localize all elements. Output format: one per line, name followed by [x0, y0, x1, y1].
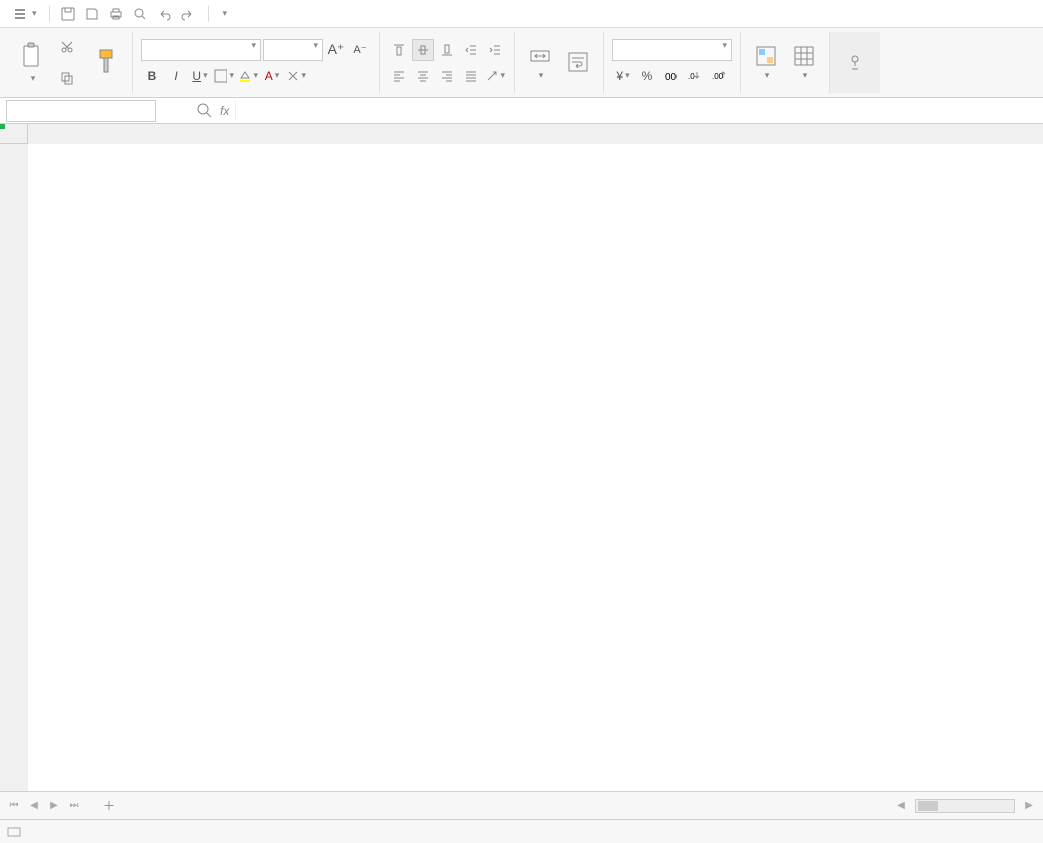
sheet-nav-prev[interactable]: ◀ — [26, 798, 42, 814]
sheet-bar: ⏮ ◀ ▶ ⏭ ＋ ◀ ▶ — [0, 791, 1043, 819]
bold-button[interactable]: B — [141, 65, 163, 87]
svg-text:000: 000 — [665, 72, 677, 82]
format-painter-icon — [94, 48, 118, 76]
name-box[interactable] — [6, 100, 156, 122]
scissors-icon — [60, 40, 74, 54]
hscroll-right[interactable]: ▶ — [1021, 798, 1037, 814]
select-all-corner[interactable] — [0, 124, 28, 144]
justify-button[interactable] — [460, 65, 482, 87]
increase-font-icon[interactable]: A⁺ — [325, 39, 347, 61]
conditional-format-button[interactable]: ▾ — [747, 32, 785, 93]
table-style-icon — [793, 45, 815, 67]
print-preview-icon[interactable] — [132, 6, 148, 22]
chevron-down-icon: ▾ — [32, 8, 37, 19]
decrease-font-icon[interactable]: A⁻ — [349, 39, 371, 61]
print-icon[interactable] — [108, 6, 124, 22]
horizontal-scrollbar[interactable] — [915, 799, 1015, 813]
table-style-button[interactable]: ▾ — [785, 32, 823, 93]
save-as-icon[interactable] — [84, 6, 100, 22]
undo-icon[interactable] — [156, 6, 172, 22]
underline-button[interactable]: U▾ — [189, 65, 211, 87]
decrease-indent-button[interactable] — [460, 39, 482, 61]
formula-bar[interactable] — [235, 101, 1043, 121]
status-bar — [0, 819, 1043, 843]
clear-format-button[interactable]: ▾ — [285, 65, 307, 87]
formula-bar-row: fx — [0, 98, 1043, 124]
border-button[interactable]: ▾ — [213, 65, 235, 87]
spreadsheet-grid[interactable] — [0, 124, 1043, 791]
align-middle-button[interactable] — [412, 39, 434, 61]
qat-dropdown-icon[interactable]: ▾ — [223, 8, 228, 19]
sheet-nav-last[interactable]: ⏭ — [66, 798, 82, 814]
increase-indent-button[interactable] — [484, 39, 506, 61]
redo-icon[interactable] — [180, 6, 196, 22]
svg-text:.0: .0 — [688, 72, 695, 81]
currency-button[interactable]: ¥▾ — [612, 65, 634, 87]
quick-access-toolbar: ▾ — [60, 6, 228, 22]
wrap-text-button[interactable] — [559, 32, 597, 93]
save-icon[interactable] — [60, 6, 76, 22]
cond-format-icon — [755, 45, 777, 67]
status-icon[interactable] — [6, 824, 22, 840]
comma-button[interactable]: 000 — [660, 65, 682, 87]
add-sheet-button[interactable]: ＋ — [98, 795, 120, 817]
align-right-button[interactable] — [436, 65, 458, 87]
decrease-decimal-button[interactable]: .00 — [708, 65, 730, 87]
doc-assistant-button[interactable] — [836, 51, 874, 75]
font-color-button[interactable]: A▾ — [261, 65, 283, 87]
align-left-button[interactable] — [388, 65, 410, 87]
fill-color-button[interactable]: ▾ — [237, 65, 259, 87]
align-bottom-button[interactable] — [436, 39, 458, 61]
file-menu[interactable]: ▾ — [6, 6, 45, 22]
font-name-select[interactable]: ▾ — [141, 39, 261, 61]
format-painter-button[interactable] — [86, 32, 126, 93]
align-center-button[interactable] — [412, 65, 434, 87]
merge-center-button[interactable]: ▾ — [521, 32, 559, 93]
doc-assist-icon — [844, 51, 866, 73]
menu-icon — [14, 8, 26, 20]
increase-decimal-button[interactable]: .0 — [684, 65, 706, 87]
cut-button[interactable] — [56, 38, 82, 56]
paste-button[interactable]: ▾ — [12, 32, 52, 93]
italic-button[interactable]: I — [165, 65, 187, 87]
ribbon: ▾ ▾ ▾ A⁺ A⁻ B I U▾ ▾ ▾ A▾ ▾ — [0, 28, 1043, 98]
copy-button[interactable] — [56, 69, 82, 87]
wrap-icon — [567, 51, 589, 73]
merge-icon — [529, 45, 551, 67]
orientation-button[interactable]: ▾ — [484, 65, 506, 87]
hscroll-left[interactable]: ◀ — [893, 798, 909, 814]
percent-button[interactable]: % — [636, 65, 658, 87]
paste-icon — [20, 42, 44, 70]
number-format-select[interactable]: ▾ — [612, 39, 732, 61]
copy-icon — [60, 71, 74, 85]
fx-search-icon[interactable] — [196, 102, 214, 120]
fx-label: fx — [220, 104, 229, 118]
font-size-select[interactable]: ▾ — [263, 39, 323, 61]
menubar: ▾ ▾ — [0, 0, 1043, 28]
sheet-nav-next[interactable]: ▶ — [46, 798, 62, 814]
align-top-button[interactable] — [388, 39, 410, 61]
sheet-nav-first[interactable]: ⏮ — [6, 798, 22, 814]
